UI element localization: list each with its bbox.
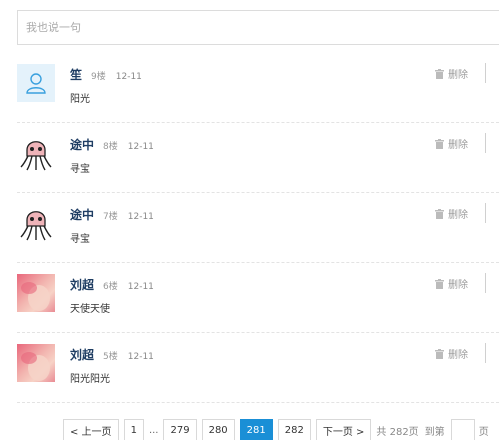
comment-item: 途中 8楼 12-11 寻宝 删除 [17, 123, 499, 193]
comment-floor: 8楼 [103, 142, 118, 152]
trash-icon [435, 138, 444, 149]
comment-item: 刘超 5楼 12-11 阳光阳光 删除 [17, 333, 499, 403]
divider [485, 133, 486, 153]
delete-label: 删除 [448, 280, 468, 291]
comment-date: 12-11 [127, 352, 154, 362]
comment-input-box[interactable] [17, 10, 499, 45]
comment-item: 笙 9楼 12-11 阳光 删除 [17, 53, 499, 123]
comment-list: 笙 9楼 12-11 阳光 删除 途中 8楼 12-11 寻宝 删除 途中 7楼… [0, 53, 499, 403]
delete-label: 删除 [448, 210, 468, 221]
trash-icon [435, 348, 444, 359]
comment-author[interactable]: 途中 [70, 136, 94, 153]
comment-floor: 6楼 [103, 282, 118, 292]
squid-avatar-icon [20, 141, 52, 171]
trash-icon [435, 68, 444, 79]
avatar[interactable] [17, 204, 55, 242]
photo-avatar-icon [21, 282, 50, 311]
delete-button[interactable]: 删除 [435, 206, 468, 221]
current-page-button[interactable]: 281 [239, 419, 273, 440]
comment-content: 天使天使 [70, 304, 110, 315]
comment-item: 刘超 6楼 12-11 天使天使 删除 [17, 263, 499, 333]
page-ellipsis: ... [148, 424, 159, 436]
comment-author[interactable]: 笙 [70, 66, 82, 83]
next-page-button[interactable]: 下一页 > [315, 419, 372, 440]
delete-label: 删除 [448, 140, 468, 151]
delete-button[interactable]: 删除 [435, 276, 468, 291]
page-suffix-label: 页 [478, 426, 489, 438]
comment-item: 途中 7楼 12-11 寻宝 删除 [17, 193, 499, 263]
prev-page-button[interactable]: < 上一页 [63, 419, 119, 440]
comment-floor: 5楼 [103, 352, 118, 362]
total-pages-label: 共 282页 [376, 426, 419, 438]
comment-date: 12-11 [127, 282, 154, 292]
trash-icon [435, 278, 444, 289]
page-button[interactable]: 280 [201, 419, 235, 440]
divider [485, 273, 486, 293]
photo-avatar-icon [21, 352, 50, 381]
delete-label: 删除 [448, 350, 468, 361]
avatar[interactable] [17, 134, 55, 172]
comment-date: 12-11 [127, 212, 154, 222]
page-button[interactable]: 282 [277, 419, 311, 440]
squid-avatar-icon [20, 211, 52, 241]
trash-icon [435, 208, 444, 219]
comment-date: 12-11 [115, 72, 142, 82]
comment-content: 阳光阳光 [70, 374, 110, 385]
page-button[interactable]: 279 [163, 419, 197, 440]
divider [485, 63, 486, 83]
comment-author[interactable]: 途中 [70, 206, 94, 223]
delete-button[interactable]: 删除 [435, 346, 468, 361]
comment-input[interactable] [18, 11, 499, 44]
avatar[interactable] [17, 344, 55, 382]
divider [485, 203, 486, 223]
page-button[interactable]: 1 [123, 419, 144, 440]
comment-floor: 7楼 [103, 212, 118, 222]
page-jump-input[interactable] [450, 419, 475, 440]
delete-button[interactable]: 删除 [435, 136, 468, 151]
comment-content: 寻宝 [70, 234, 90, 245]
comment-author[interactable]: 刘超 [70, 346, 94, 363]
avatar[interactable] [17, 274, 55, 312]
divider [485, 343, 486, 363]
delete-button[interactable]: 删除 [435, 66, 468, 81]
comment-date: 12-11 [127, 142, 154, 152]
pagination: < 上一页 1 ... 279 280 281 282 下一页 > 共 282页… [63, 419, 489, 440]
comment-content: 寻宝 [70, 164, 90, 175]
goto-label: 到第 [424, 426, 445, 438]
comment-content: 阳光 [70, 94, 90, 105]
comment-author[interactable]: 刘超 [70, 276, 94, 293]
comment-floor: 9楼 [91, 72, 106, 82]
avatar[interactable] [17, 64, 55, 102]
delete-label: 删除 [448, 70, 468, 81]
default-user-icon [26, 73, 46, 94]
